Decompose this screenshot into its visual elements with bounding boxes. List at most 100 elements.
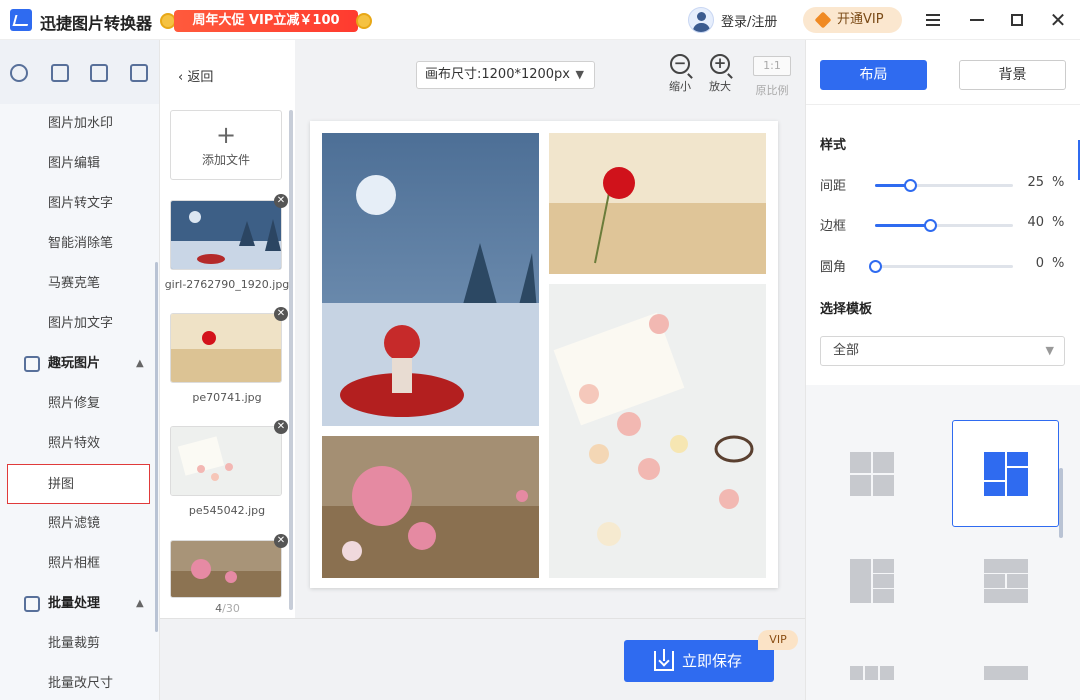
corner-radius-value: 0 <box>1035 256 1044 271</box>
menu-icon[interactable] <box>921 8 945 32</box>
sidebar-group-batch[interactable]: 批量处理 ▲ <box>0 584 159 624</box>
file-name: girl-2762790_1920.jpg <box>164 278 290 291</box>
remove-file-icon[interactable]: ✕ <box>274 307 288 321</box>
zoom-in-label: 放大 <box>709 80 731 93</box>
save-now-button[interactable]: 立即保存 <box>624 640 774 682</box>
coin-icon <box>356 13 372 29</box>
zoom-in-icon: + <box>710 54 730 74</box>
slider-knob[interactable] <box>903 179 917 192</box>
close-icon[interactable]: ✕ <box>1046 8 1070 32</box>
remove-file-icon[interactable]: ✕ <box>274 194 288 208</box>
sidebar-item-photo-frame[interactable]: 照片相框 <box>0 544 159 584</box>
login-label: 登录/注册 <box>721 15 778 30</box>
sidebar-item-image-to-text[interactable]: 图片转文字 <box>0 184 159 224</box>
avatar-icon <box>688 7 714 33</box>
diamond-icon <box>814 11 832 29</box>
canvas-area: 画布尺寸:1200*1200px ▼ − 缩小 + 放大 1:1 原比例 <box>295 40 805 618</box>
sidebar-item-photo-effects[interactable]: 照片特效 <box>0 424 159 464</box>
tab-background[interactable]: 背景 <box>959 60 1066 90</box>
template-scrollbar[interactable] <box>1059 468 1063 538</box>
slider-knob[interactable] <box>869 260 882 273</box>
collage-cell[interactable] <box>322 133 539 426</box>
sidebar-item-photo-filter[interactable]: 照片滤镜 <box>0 504 159 544</box>
sidebar-scrollbar[interactable] <box>155 262 158 632</box>
back-button[interactable]: ‹ 返回 <box>178 66 213 85</box>
flower-field-thumbnail <box>171 314 281 382</box>
sidebar-item-image-edit[interactable]: 图片编辑 <box>0 144 159 184</box>
percent-unit: % <box>1052 256 1065 271</box>
template-filter-select[interactable]: 全部 ▼ <box>820 336 1065 366</box>
convert-icon[interactable] <box>10 64 28 82</box>
file-thumbnail[interactable] <box>170 540 282 598</box>
title-bar: 迅捷图片转换器 周年大促 VIP立减￥100 登录/注册 开通VIP ✕ <box>0 0 1080 40</box>
sidebar-item-eraser[interactable]: 智能消除笔 <box>0 224 159 264</box>
rows-layout-icon <box>984 559 1028 603</box>
promo-banner[interactable]: 周年大促 VIP立减￥100 <box>160 8 372 34</box>
corner-radius-slider[interactable] <box>869 260 1013 273</box>
sidebar-item-collage[interactable]: 拼图 <box>7 464 150 504</box>
sidebar-item-batch-resize[interactable]: 批量改尺寸 <box>0 664 159 700</box>
template-more-1[interactable] <box>818 634 925 700</box>
percent-unit: % <box>1052 215 1065 230</box>
compress-icon[interactable] <box>51 64 69 82</box>
spacing-label: 间距 <box>820 179 847 194</box>
template-section-title: 选择模板 <box>820 302 873 317</box>
open-vip-button[interactable]: 开通VIP <box>803 7 902 33</box>
sidebar-tools <box>0 40 159 104</box>
image-icon[interactable] <box>90 64 108 82</box>
file-list-scrollbar[interactable] <box>289 110 293 610</box>
sidebar-item-add-text[interactable]: 图片加文字 <box>0 304 159 344</box>
add-file-button[interactable]: + 添加文件 <box>170 110 282 180</box>
sidebar-item-batch-crop[interactable]: 批量裁剪 <box>0 624 159 664</box>
maximize-icon[interactable] <box>1005 8 1029 32</box>
chevron-up-icon: ▲ <box>136 358 144 369</box>
template-grid <box>806 385 1080 700</box>
pink-roses-photo <box>322 436 539 578</box>
remove-file-icon[interactable]: ✕ <box>274 534 288 548</box>
sidebar-group-fun[interactable]: 趣玩图片 ▲ <box>0 344 159 384</box>
remove-file-icon[interactable]: ✕ <box>274 420 288 434</box>
ratio-label: 原比例 <box>755 84 789 97</box>
file-thumbnail[interactable] <box>170 313 282 383</box>
collage-cell[interactable] <box>549 284 766 578</box>
minimize-icon[interactable] <box>965 8 989 32</box>
template-more-2[interactable] <box>952 634 1059 700</box>
canvas-size-select[interactable]: 画布尺寸:1200*1200px ▼ <box>416 61 595 89</box>
border-label: 边框 <box>820 219 847 234</box>
template-left-tall[interactable] <box>818 527 925 634</box>
template-filter-value: 全部 <box>833 343 860 358</box>
save-now-label: 立即保存 <box>682 652 743 670</box>
file-thumbnail[interactable] <box>170 426 282 496</box>
collage-canvas[interactable] <box>310 121 778 588</box>
zoom-in-button[interactable]: + 放大 <box>705 54 735 94</box>
page-counter: 4/30 <box>160 602 295 615</box>
page-total: /30 <box>222 602 240 615</box>
sidebar-group-fun-label: 趣玩图片 <box>48 356 101 371</box>
sidebar-group-batch-label: 批量处理 <box>48 596 101 611</box>
collage-cell[interactable] <box>322 436 539 578</box>
sidebar-item-mosaic[interactable]: 马赛克笔 <box>0 264 159 304</box>
sidebar-item-photo-repair[interactable]: 照片修复 <box>0 384 159 424</box>
file-thumbnail[interactable] <box>170 200 282 270</box>
template-rows[interactable] <box>952 527 1059 634</box>
vip-badge: VIP <box>758 630 798 650</box>
zoom-out-button[interactable]: − 缩小 <box>665 54 695 94</box>
night-snow-photo <box>322 133 539 426</box>
grid-layout-icon <box>984 666 1028 680</box>
template-selected-layout[interactable] <box>952 420 1059 527</box>
spacing-slider[interactable] <box>875 179 1013 192</box>
tab-layout[interactable]: 布局 <box>820 60 927 90</box>
app-logo-icon <box>10 9 32 31</box>
original-ratio-button[interactable]: 1:1 原比例 <box>752 56 792 98</box>
batch-icon <box>24 596 40 612</box>
sidebar-item-watermark[interactable]: 图片加水印 <box>0 104 159 144</box>
edit-icon[interactable] <box>130 64 148 82</box>
slider-knob[interactable] <box>924 219 938 232</box>
border-slider[interactable] <box>875 219 1013 232</box>
file-list-panel: ‹ 返回 + 添加文件 ✕ girl-2762790_1920.jpg ✕ pe… <box>160 40 295 618</box>
grid-2x2-icon <box>850 452 894 496</box>
book-flowers-thumbnail <box>171 427 281 495</box>
template-grid-2x2[interactable] <box>818 420 925 527</box>
collage-cell[interactable] <box>549 133 766 274</box>
corner-slider-row: 圆角 0 % <box>820 256 1070 276</box>
